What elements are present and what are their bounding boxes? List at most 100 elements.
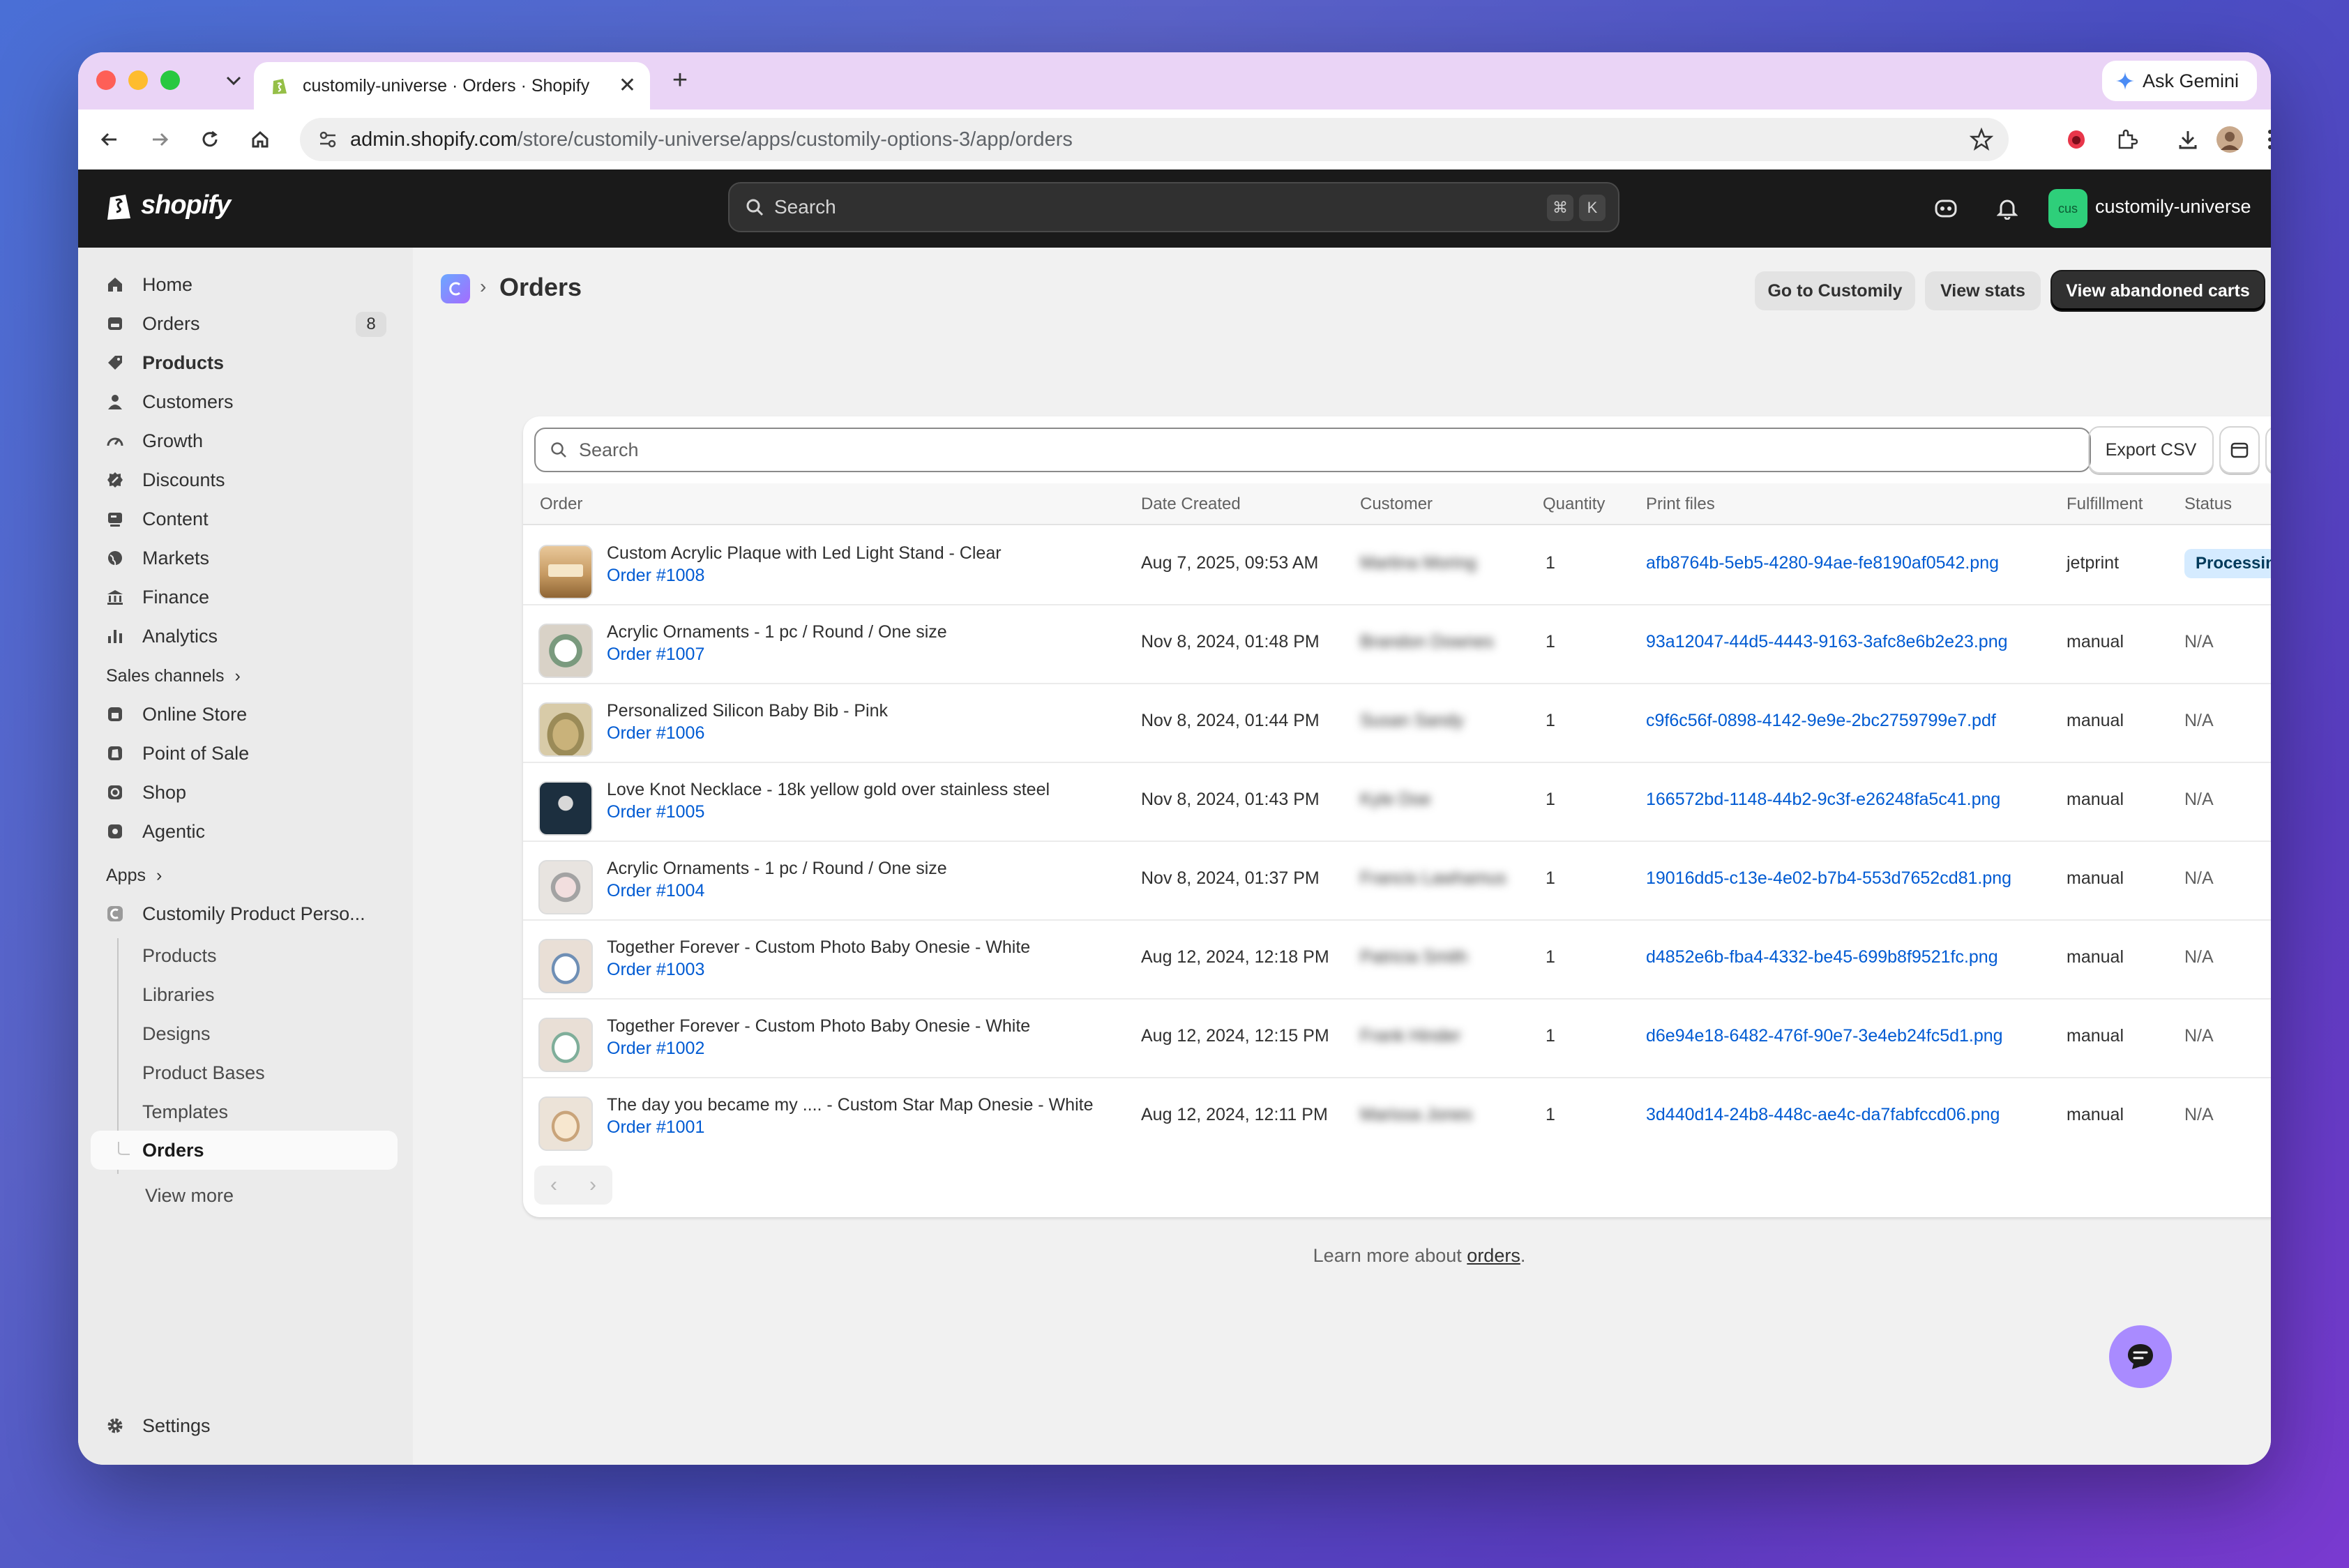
tab-search-chevron-icon[interactable] <box>216 63 251 98</box>
col-quantity[interactable]: Quantity <box>1543 495 1605 514</box>
page-header: › Orders Go to Customily View stats View… <box>413 248 2271 324</box>
col-status[interactable]: Status <box>2184 495 2232 514</box>
date-filter-button[interactable] <box>2219 426 2260 474</box>
print-file-link[interactable]: d6e94e18-6482-476f-90e7-3e4eb24fc5d1.png <box>1646 1026 2003 1046</box>
order-link[interactable]: Order #1003 <box>607 960 704 980</box>
sidebar-item-finance[interactable]: Finance <box>91 580 398 615</box>
sidebar-item-content[interactable]: Content <box>91 502 398 536</box>
view-stats-button[interactable]: View stats <box>1925 271 2041 310</box>
profile-avatar-icon[interactable] <box>2212 122 2247 157</box>
browser-tab[interactable]: customily-universe · Orders · Shopify ✕ <box>254 62 650 110</box>
view-abandoned-carts-button[interactable]: View abandoned carts <box>2052 271 2264 310</box>
sidebar-item-customily-app[interactable]: Customily Product Perso... <box>91 896 398 931</box>
col-customer[interactable]: Customer <box>1360 495 1433 514</box>
sidebar-subitem-libraries[interactable]: Libraries <box>142 984 215 1006</box>
sidebar-subitem-orders[interactable]: Orders <box>91 1131 398 1170</box>
sidebar-item-discounts[interactable]: Discounts <box>91 462 398 497</box>
sales-channels-header[interactable]: Sales channels › <box>106 666 241 686</box>
order-link[interactable]: Order #1001 <box>607 1117 704 1138</box>
apps-header[interactable]: Apps › <box>106 866 162 886</box>
sidebar-item-point-of-sale[interactable]: Point of Sale <box>91 736 398 771</box>
quantity: 1 <box>1546 553 1555 573</box>
order-link[interactable]: Order #1004 <box>607 881 704 901</box>
print-file-link[interactable]: afb8764b-5eb5-4280-94ae-fe8190af0542.png <box>1646 553 1999 573</box>
print-file-link[interactable]: c9f6c56f-0898-4142-9e9e-2bc2759799e7.pdf <box>1646 711 1996 731</box>
sidebar-item-online-store[interactable]: Online Store <box>91 697 398 732</box>
table-row[interactable]: Together Forever - Custom Photo Baby One… <box>523 919 2271 1000</box>
order-link[interactable]: Order #1006 <box>607 723 704 744</box>
global-search-input[interactable]: Search ⌘ K <box>728 182 1619 232</box>
minimize-window-button[interactable] <box>128 70 148 90</box>
sidebar-item-customers[interactable]: Customers <box>91 384 398 419</box>
sidebar-item-shop[interactable]: Shop <box>91 775 398 810</box>
previous-page-chevron-icon[interactable]: ‹ <box>534 1166 573 1205</box>
close-window-button[interactable] <box>96 70 116 90</box>
customily-breadcrumb-icon[interactable] <box>441 274 470 303</box>
view-more-link[interactable]: View more <box>145 1185 234 1207</box>
table-row[interactable]: Custom Acrylic Plaque with Led Light Sta… <box>523 525 2271 605</box>
table-row[interactable]: Together Forever - Custom Photo Baby One… <box>523 998 2271 1078</box>
orders-search-input[interactable]: Search <box>534 428 2091 472</box>
learn-more-orders-link[interactable]: orders <box>1467 1245 1520 1266</box>
sidebar-item-growth[interactable]: Growth <box>91 423 398 458</box>
shopify-logo[interactable]: shopify <box>105 189 231 221</box>
back-arrow-icon[interactable] <box>92 122 127 157</box>
site-settings-icon[interactable] <box>315 127 340 152</box>
sidebar-item-products[interactable]: Products <box>91 345 398 380</box>
table-row[interactable]: Acrylic Ornaments - 1 pc / Round / One s… <box>523 840 2271 921</box>
next-page-chevron-icon[interactable]: › <box>573 1166 612 1205</box>
sidebar-subitem-products[interactable]: Products <box>142 945 217 967</box>
order-link[interactable]: Order #1007 <box>607 644 704 665</box>
sidebar-item-analytics[interactable]: Analytics <box>91 619 398 654</box>
home-icon[interactable] <box>243 122 278 157</box>
reload-icon[interactable] <box>192 122 227 157</box>
table-row[interactable]: Personalized Silicon Baby Bib - Pink Ord… <box>523 683 2271 763</box>
print-file-link[interactable]: 166572bd-1148-44b2-9c3f-e26248fa5c41.png <box>1646 790 2000 810</box>
maximize-window-button[interactable] <box>160 70 180 90</box>
sidebar-item-agentic[interactable]: Agentic <box>91 814 398 849</box>
forward-arrow-icon[interactable] <box>142 122 177 157</box>
table-row[interactable]: The day you became my .... - Custom Star… <box>523 1077 2271 1156</box>
quantity: 1 <box>1546 790 1555 809</box>
browser-menu-icon[interactable] <box>2253 122 2271 157</box>
sidebar-subitem-designs[interactable]: Designs <box>142 1023 211 1045</box>
sidebar-item-markets[interactable]: Markets <box>91 541 398 575</box>
go-to-customily-button[interactable]: Go to Customily <box>1755 271 1915 310</box>
print-file-link[interactable]: 93a12047-44d5-4443-9163-3afc8e6b2e23.png <box>1646 632 2008 652</box>
sort-button[interactable] <box>2265 426 2271 474</box>
extension-red-icon[interactable] <box>2059 122 2094 157</box>
order-link[interactable]: Order #1008 <box>607 566 704 586</box>
store-name[interactable]: customily-universe <box>2095 196 2251 218</box>
sidekick-icon[interactable] <box>1929 192 1963 225</box>
fulfillment: manual <box>2067 711 2124 730</box>
print-file-link[interactable]: 19016dd5-c13e-4e02-b7b4-553d7652cd81.png <box>1646 868 2011 889</box>
new-tab-icon[interactable]: + <box>663 63 697 98</box>
address-bar[interactable]: admin.shopify.com/store/customily-univer… <box>300 118 2009 161</box>
store-avatar[interactable]: cus <box>2048 189 2087 228</box>
product-thumbnail <box>538 624 593 678</box>
sidebar-item-orders[interactable]: Orders 8 <box>91 306 398 341</box>
col-fulfillment[interactable]: Fulfillment <box>2067 495 2143 514</box>
col-print-files[interactable]: Print files <box>1646 495 1715 514</box>
col-date-created[interactable]: Date Created <box>1141 495 1241 514</box>
bookmark-star-icon[interactable] <box>1969 127 1994 155</box>
table-row[interactable]: Acrylic Ornaments - 1 pc / Round / One s… <box>523 604 2271 684</box>
export-csv-button[interactable]: Export CSV <box>2088 426 2214 474</box>
download-icon[interactable] <box>2170 122 2205 157</box>
sidebar-item-settings[interactable]: Settings <box>91 1408 398 1443</box>
notifications-bell-icon[interactable] <box>1991 192 2024 225</box>
chat-support-button[interactable] <box>2109 1325 2172 1388</box>
sidebar-subitem-templates[interactable]: Templates <box>142 1101 228 1123</box>
order-link[interactable]: Order #1002 <box>607 1039 704 1059</box>
col-order[interactable]: Order <box>540 495 582 514</box>
sidebar-subitem-product-bases[interactable]: Product Bases <box>142 1062 265 1084</box>
extensions-puzzle-icon[interactable] <box>2109 122 2144 157</box>
table-row[interactable]: Love Knot Necklace - 18k yellow gold ove… <box>523 762 2271 842</box>
fulfillment: jetprint <box>2067 553 2120 573</box>
sidebar-item-home[interactable]: Home <box>91 267 398 302</box>
order-link[interactable]: Order #1005 <box>607 802 704 822</box>
close-tab-icon[interactable]: ✕ <box>619 73 636 98</box>
ask-gemini-button[interactable]: Ask Gemini <box>2101 61 2257 101</box>
print-file-link[interactable]: d4852e6b-fba4-4332-be45-699b8f9521fc.png <box>1646 947 1998 967</box>
print-file-link[interactable]: 3d440d14-24b8-448c-ae4c-da7fabfccd06.png <box>1646 1105 2000 1125</box>
